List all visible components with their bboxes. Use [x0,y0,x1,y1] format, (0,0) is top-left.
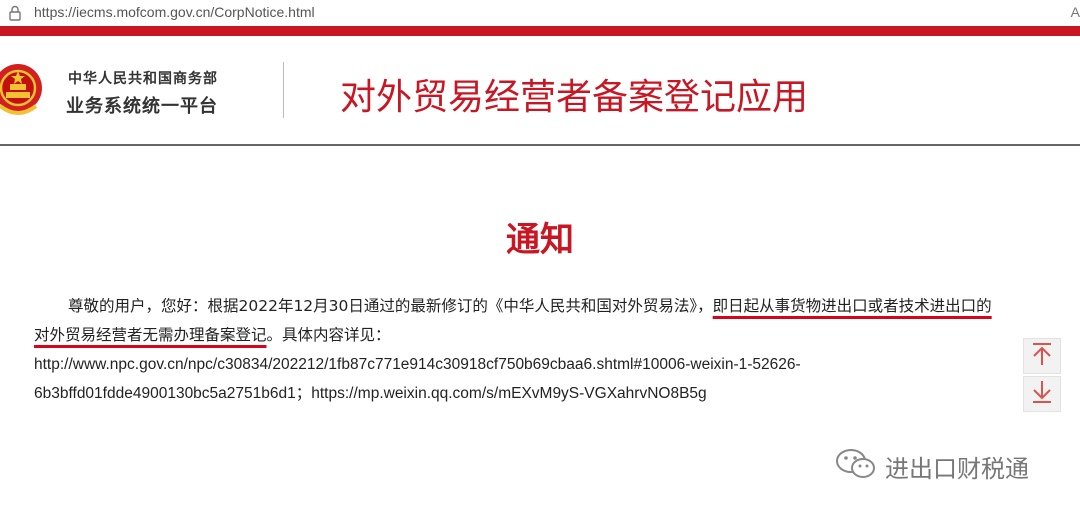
header-divider [283,62,284,118]
notice-line-1: 尊敬的用户，您好：根据2022年12月30日通过的最新修订的《中华人民共和国对外… [34,292,1064,321]
scroll-to-top-button[interactable] [1023,338,1061,374]
url-text[interactable]: https://iecms.mofcom.gov.cn/CorpNotice.h… [34,4,315,20]
notice-body: 尊敬的用户，您好：根据2022年12月30日通过的最新修订的《中华人民共和国对外… [34,292,1064,408]
notice-highlight-text-2: 对外贸易经营者无需办理备案登记 [34,326,267,344]
arrow-down-icon [1031,380,1053,408]
scroll-to-bottom-button[interactable] [1023,376,1061,412]
watermark-text: 进出口财税通 [885,454,1029,483]
lock-icon [8,5,22,21]
ministry-name: 中华人民共和国商务部 [68,71,218,87]
notice-highlight-text-1: 即日起从事货物进出口或者技术进出口的 [712,297,992,315]
top-red-bar [0,26,1080,36]
notice-url-2[interactable]: 6b3bffd01fdde4900130bc5a2751b6d1；https:/… [34,379,1064,408]
app-title: 对外贸易经营者备案登记应用 [340,77,809,118]
notice-line-2: 对外贸易经营者无需办理备案登记。具体内容详见： [34,321,1064,350]
watermark: 进出口财税通 [835,448,1029,484]
reader-mode-icon[interactable]: A [1071,4,1080,20]
arrow-up-icon [1031,342,1053,370]
notice-url-1[interactable]: http://www.npc.gov.cn/npc/c30834/202212/… [34,350,1064,379]
notice-title: 通知 [506,220,574,260]
notice-details-text: 。具体内容详见： [266,326,391,344]
notice-intro-text: 尊敬的用户，您好：根据2022年12月30日通过的最新修订的《中华人民共和国对外… [68,297,713,315]
site-header: 中华人民共和国商务部 业务系统统一平台 对外贸易经营者备案登记应用 [0,36,1080,146]
platform-name: 业务系统统一平台 [66,96,218,117]
national-emblem-icon [0,62,46,120]
browser-address-bar[interactable]: https://iecms.mofcom.gov.cn/CorpNotice.h… [0,0,1080,26]
wechat-icon [835,447,877,485]
